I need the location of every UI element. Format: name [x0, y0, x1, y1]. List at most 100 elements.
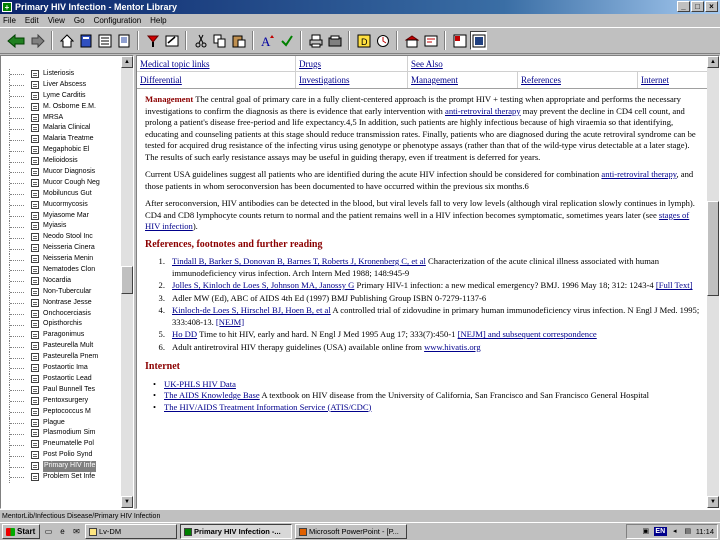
topic-item[interactable]: Neisseria Cinera	[1, 243, 123, 255]
monitor-icon[interactable]: ▤	[683, 527, 693, 536]
task-primary-hiv[interactable]: Primary HIV Infection -...	[180, 524, 292, 539]
topic-item[interactable]: Nontrase Jesse	[1, 297, 123, 309]
antiretroviral-therapy-link[interactable]: anti-retroviral therapy	[601, 169, 676, 179]
task-lv-dm[interactable]: Lv-DM	[85, 524, 177, 539]
topic-item[interactable]: Onchocerciasis	[1, 308, 123, 320]
topic-item[interactable]: Myiasis	[1, 221, 123, 233]
menu-view[interactable]: View	[48, 16, 65, 25]
tools-icon[interactable]	[403, 31, 420, 50]
check-icon[interactable]	[278, 31, 295, 50]
topic-item[interactable]: Non-Tubercular	[1, 286, 123, 298]
reference-fulltext-link[interactable]: [NEJM]	[216, 317, 244, 327]
cut-icon[interactable]	[192, 31, 209, 50]
topic-item[interactable]: Megaphobic El	[1, 145, 123, 157]
nav-management[interactable]: Management	[407, 72, 517, 88]
menu-edit[interactable]: Edit	[25, 16, 39, 25]
desktop-icon[interactable]: ▭	[43, 526, 54, 537]
font-icon[interactable]: A	[259, 31, 276, 50]
forward-icon[interactable]	[29, 31, 46, 50]
topic-item[interactable]: Postaortic Lead	[1, 373, 123, 385]
nav-references[interactable]: References	[517, 72, 637, 88]
home-icon[interactable]	[58, 31, 75, 50]
internet-link[interactable]: UK-PHLS HIV Data	[164, 379, 236, 389]
topic-item[interactable]: Pasteurella Pnem	[1, 352, 123, 364]
maximize-button[interactable]: □	[691, 1, 704, 12]
topic-item[interactable]: Postaortic Ima	[1, 363, 123, 374]
article-scrollbar[interactable]: ▲ ▼	[707, 56, 719, 508]
topic-item[interactable]: Peptococcus M	[1, 406, 123, 418]
pane-icon[interactable]	[470, 31, 487, 50]
reference-author-link[interactable]: Kinloch-de Loes S, Hirschel BJ, Hoen B, …	[172, 305, 331, 315]
menu-file[interactable]: File	[3, 16, 16, 25]
index-icon[interactable]	[96, 31, 113, 50]
topic-item[interactable]: Plague	[1, 417, 123, 429]
nav-internet[interactable]: Internet	[637, 72, 707, 88]
topic-item[interactable]: Mucor Diagnosis	[1, 167, 123, 178]
topics-icon[interactable]	[422, 31, 439, 50]
scroll-thumb[interactable]	[121, 266, 133, 294]
volume-icon[interactable]: ◂	[670, 527, 680, 536]
scroll-up-button[interactable]: ▲	[121, 56, 133, 68]
topic-item[interactable]: Pentoxsurgery	[1, 395, 123, 407]
page-layout-icon[interactable]	[451, 31, 468, 50]
reference-fulltext-link[interactable]: www.hivatis.org	[424, 342, 481, 352]
menu-help[interactable]: Help	[150, 16, 166, 25]
nav-differential[interactable]: Differential	[137, 72, 295, 88]
topic-item[interactable]: Paragonimus	[1, 330, 123, 342]
nav-drugs[interactable]: Drugs	[295, 56, 407, 72]
language-indicator[interactable]: EN	[653, 527, 667, 536]
back-icon[interactable]	[4, 31, 27, 50]
topic-item[interactable]: Lyme Carditis	[1, 90, 123, 102]
print-icon[interactable]	[307, 31, 324, 50]
topic-item[interactable]: Mucormycosis	[1, 199, 123, 211]
reference-fulltext-link[interactable]: [Full Text]	[656, 280, 693, 290]
topic-item[interactable]: Post Polio Synd	[1, 450, 123, 462]
close-button[interactable]: ×	[705, 1, 718, 12]
start-button[interactable]: Start	[2, 524, 40, 539]
paste-icon[interactable]	[230, 31, 247, 50]
topic-item[interactable]: M. Osborne E.M.	[1, 101, 123, 113]
internet-link[interactable]: The HIV/AIDS Treatment Information Servi…	[164, 402, 371, 412]
topic-item[interactable]: Liver Abscess	[1, 79, 123, 91]
title-bar[interactable]: + Primary HIV Infection - Mentor Library…	[0, 0, 720, 14]
topic-item[interactable]: Pneumatelle Pol	[1, 439, 123, 451]
scroll-thumb[interactable]	[707, 201, 719, 296]
topic-item[interactable]: Pasteurella Mult	[1, 341, 123, 353]
topic-item[interactable]: Nocardia	[1, 275, 123, 287]
topic-item[interactable]: Neisseria Menin	[1, 254, 123, 266]
internet-link[interactable]: The AIDS Knowledge Base	[164, 390, 260, 400]
reference-author-link[interactable]: Jolles S, Kinloch de Loes S, Johnson MA,…	[172, 280, 354, 290]
topic-item[interactable]: Myiasome Mar	[1, 210, 123, 222]
topic-item[interactable]: Mucor Cough Neg	[1, 177, 123, 189]
network-icon[interactable]: ▣	[641, 527, 651, 536]
mail-icon[interactable]: ✉	[71, 526, 82, 537]
topic-item[interactable]: Melioidosis	[1, 156, 123, 168]
history-icon[interactable]: D	[355, 31, 372, 50]
topic-item[interactable]: Opisthorchis	[1, 319, 123, 331]
menu-go[interactable]: Go	[74, 16, 85, 25]
scroll-up-button[interactable]: ▲	[707, 56, 719, 68]
library-icon[interactable]	[374, 31, 391, 50]
menu-configuration[interactable]: Configuration	[94, 16, 142, 25]
browser-icon[interactable]: e	[57, 526, 68, 537]
topic-item[interactable]: Malaria Treatme	[1, 134, 123, 146]
topic-item-selected[interactable]: Primary HIV Infe	[1, 461, 123, 472]
nav-investigations[interactable]: Investigations	[295, 72, 407, 88]
nav-see-also[interactable]: See Also	[407, 56, 707, 72]
reference-fulltext-link[interactable]: [NEJM] and subsequent correspondence	[458, 329, 597, 339]
topic-item[interactable]: Neodo Stool Inc	[1, 232, 123, 244]
task-powerpoint[interactable]: Microsoft PowerPoint - [P...	[295, 524, 407, 539]
annotate-icon[interactable]	[163, 31, 180, 50]
topic-item[interactable]: Nematodes Clon	[1, 265, 123, 276]
scroll-down-button[interactable]: ▼	[121, 496, 133, 508]
topic-item[interactable]: Mobiluncus Gut	[1, 188, 123, 200]
reference-author-link[interactable]: Ho DD	[172, 329, 197, 339]
nav-medical-topic-links[interactable]: Medical topic links	[137, 56, 295, 72]
topic-item[interactable]: Malaria Clinical	[1, 123, 123, 135]
copy-icon[interactable]	[211, 31, 228, 50]
topic-item[interactable]: Listeriosis	[1, 69, 123, 80]
topic-item[interactable]: Paul Bunnell Tes	[1, 384, 123, 396]
scroll-down-button[interactable]: ▼	[707, 496, 719, 508]
minimize-button[interactable]: _	[677, 1, 690, 12]
bookmarks-icon[interactable]	[77, 31, 94, 50]
